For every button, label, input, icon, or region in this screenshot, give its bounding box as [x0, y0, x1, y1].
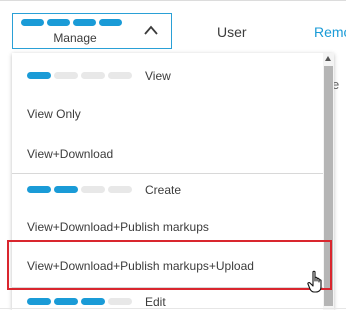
scrollbar-thumb[interactable]: [324, 66, 333, 306]
chevron-up-icon[interactable]: [143, 24, 159, 36]
level-label: View: [145, 69, 171, 83]
menu-item-label: View Only: [27, 107, 81, 121]
menu-item-view-download[interactable]: View+Download: [12, 138, 323, 170]
level-bar: [27, 186, 51, 193]
level-bar: [81, 72, 105, 79]
user-column-header: User: [217, 24, 247, 40]
menu-level-edit: Edit: [12, 290, 323, 310]
level-bar: [108, 298, 132, 305]
level-bar: [81, 298, 105, 305]
level-bar: [73, 19, 96, 26]
level-bar: [108, 72, 132, 79]
bottom-border: [0, 308, 346, 309]
menu-divider: [12, 173, 323, 174]
level-bar: [27, 298, 51, 305]
level-bar: [108, 186, 132, 193]
menu-item-view-download-publish-upload[interactable]: View+Download+Publish markups+Upload: [12, 246, 323, 286]
remove-link[interactable]: Remo: [314, 24, 346, 40]
menu-level-create: Create: [12, 176, 323, 204]
level-bar: [21, 19, 44, 26]
level-bar: [27, 72, 51, 79]
level-label: Create: [145, 183, 182, 197]
menu-item-label: View+Download: [27, 147, 114, 161]
header-top-border: [0, 0, 346, 1]
hand-pointer-icon: [307, 270, 322, 293]
level-label: Edit: [145, 295, 166, 309]
menu-item-view-download-publish[interactable]: View+Download+Publish markups: [12, 211, 323, 243]
level-bar: [54, 186, 78, 193]
menu-item-label: View+Download+Publish markups: [27, 220, 209, 234]
level-indicator: [27, 298, 132, 305]
scroll-up-arrow-icon[interactable]: [325, 56, 331, 61]
menu-level-view: View: [12, 63, 323, 91]
level-bar: [54, 72, 78, 79]
menu-item-label: View+Download+Publish markups+Upload: [27, 259, 254, 273]
level-bar: [99, 19, 122, 26]
manage-level-indicator: [21, 19, 122, 26]
level-bar: [47, 19, 70, 26]
level-bar: [81, 186, 105, 193]
manage-permission-dropdown[interactable]: Manage: [12, 13, 172, 49]
menu-item-view-only[interactable]: View Only: [12, 98, 323, 130]
level-indicator: [27, 72, 132, 79]
level-indicator: [27, 186, 132, 193]
level-bar: [54, 298, 78, 305]
menu-divider: [12, 287, 323, 288]
manage-label: Manage: [53, 31, 97, 45]
